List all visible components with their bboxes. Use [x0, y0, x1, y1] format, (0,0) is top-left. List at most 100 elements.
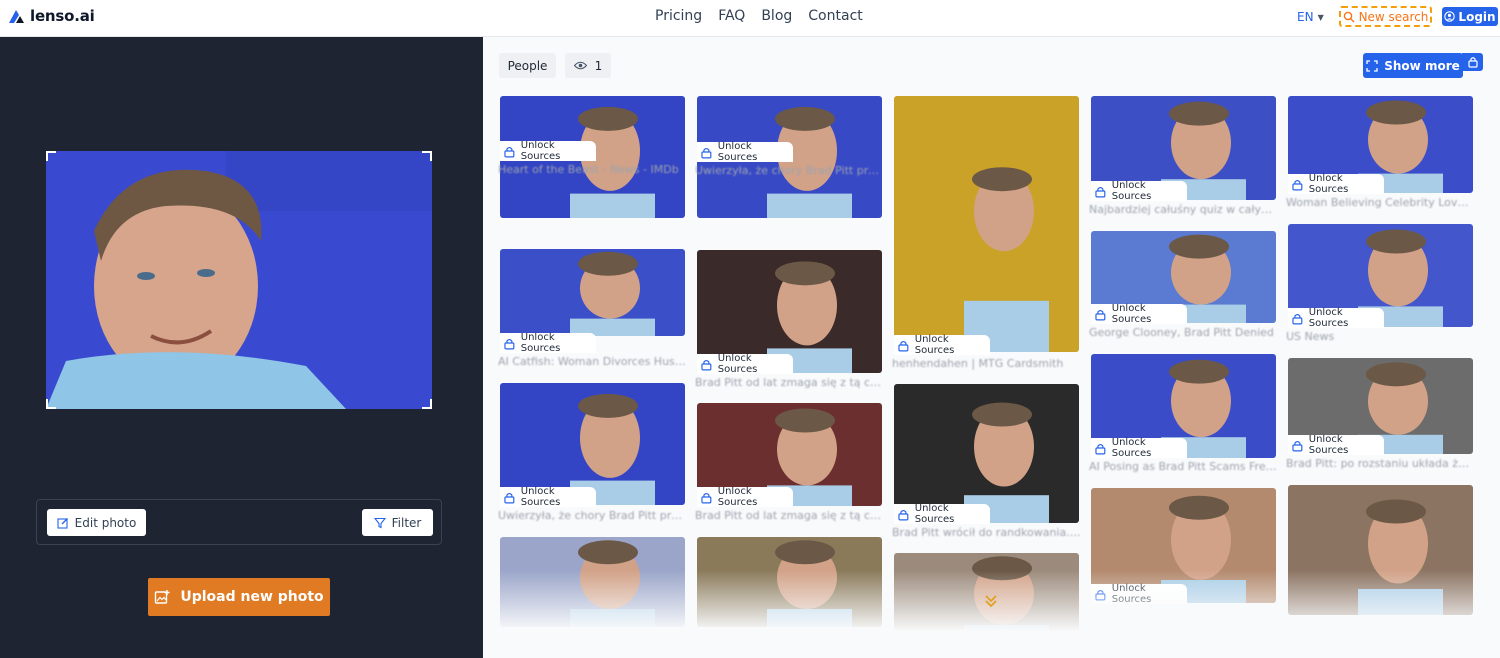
- result-caption[interactable]: Brad Pitt wrócił do randkowania. Kim jes…: [892, 526, 1081, 539]
- thumbnail-photo: [570, 251, 655, 336]
- unlock-sources-button[interactable]: Unlock Sources: [500, 140, 596, 162]
- result-caption[interactable]: Brad Pitt od lat zmaga się z tą chorobą: [695, 376, 884, 389]
- unlock-sources-label: Unlock Sources: [1111, 303, 1152, 325]
- unlock-sources-button[interactable]: Unlock Sources: [1091, 303, 1187, 325]
- lock-icon: [1467, 57, 1478, 68]
- unlock-sources-button[interactable]: Unlock Sources: [1091, 180, 1187, 202]
- result-caption[interactable]: US News: [1286, 330, 1475, 343]
- result-card[interactable]: Unlock Sources Brad Pitt od lat zmaga się…: [695, 403, 884, 527]
- login-label: Login: [1458, 9, 1496, 24]
- crop-corner-top-right[interactable]: [422, 151, 432, 161]
- brand-name: lenso.ai: [30, 7, 95, 25]
- unlock-sources-label: Unlock Sources: [717, 486, 758, 508]
- lock-icon: [1095, 443, 1106, 454]
- unlock-sources-button[interactable]: Unlock Sources: [1288, 173, 1384, 195]
- new-search-button[interactable]: New search: [1339, 6, 1432, 27]
- result-thumbnail[interactable]: [500, 249, 685, 336]
- unlock-sources-button[interactable]: Unlock Sources: [1288, 434, 1384, 456]
- lock-icon: [1095, 309, 1106, 320]
- results-fade-overlay: [483, 570, 1500, 658]
- premium-lock-badge: [1462, 53, 1483, 71]
- unlock-sources-label: Unlock Sources: [914, 503, 955, 525]
- result-caption[interactable]: Heart of the Beast - News - IMDb: [498, 163, 687, 176]
- unlock-sources-label: Unlock Sources: [717, 353, 758, 375]
- result-caption[interactable]: Woman Believing Celebrity Love Affair: [1286, 196, 1475, 209]
- user-icon: [1444, 11, 1456, 22]
- lock-icon: [504, 146, 515, 157]
- result-card[interactable]: Unlock Sources Brad Pitt wrócił do randko…: [892, 384, 1081, 544]
- crop-corner-top-left[interactable]: [46, 151, 56, 161]
- result-caption[interactable]: Uwierzyła, że chory Brad Pitt prosi o pi…: [695, 164, 884, 177]
- unlock-sources-button[interactable]: Unlock Sources: [697, 486, 793, 508]
- upload-new-photo-button[interactable]: Upload new photo: [148, 578, 330, 616]
- unlock-sources-label: Unlock Sources: [717, 141, 758, 163]
- result-caption[interactable]: George Clooney, Brad Pitt Denied: [1089, 326, 1278, 339]
- result-card[interactable]: Unlock Sources AI Catfish: Woman Divorces…: [498, 249, 687, 373]
- unlock-sources-button[interactable]: Unlock Sources: [1288, 307, 1384, 329]
- top-header: lenso.ai Pricing FAQ Blog Contact EN ▼ N…: [0, 0, 1500, 37]
- unlock-sources-label: Unlock Sources: [914, 334, 955, 356]
- unlock-sources-label: Unlock Sources: [1111, 180, 1152, 202]
- nav-pricing[interactable]: Pricing: [655, 8, 702, 24]
- brand-logo[interactable]: lenso.ai: [8, 7, 95, 25]
- lock-icon: [1292, 313, 1303, 324]
- result-card[interactable]: Unlock Sources George Clooney, Brad Pitt …: [1089, 231, 1278, 344]
- unlock-sources-label: Unlock Sources: [1308, 434, 1349, 456]
- image-upload-icon: [155, 590, 170, 604]
- unlock-sources-button[interactable]: Unlock Sources: [697, 141, 793, 163]
- views-count: 1: [594, 58, 603, 73]
- result-card[interactable]: Unlock Sources US News: [1286, 224, 1475, 348]
- show-more-label: Show more: [1384, 58, 1460, 73]
- result-card[interactable]: Unlock Sources AI Posing as Brad Pitt Sca…: [1089, 354, 1278, 478]
- nav-contact[interactable]: Contact: [808, 8, 862, 24]
- unlock-sources-button[interactable]: Unlock Sources: [697, 353, 793, 375]
- result-caption[interactable]: AI Catfish: Woman Divorces Husband: [498, 355, 687, 368]
- result-card[interactable]: Unlock Sources Woman Believing Celebrity …: [1286, 96, 1475, 214]
- unlock-sources-button[interactable]: Unlock Sources: [500, 486, 596, 508]
- unlock-sources-button[interactable]: Unlock Sources: [1091, 437, 1187, 459]
- unlock-sources-button[interactable]: Unlock Sources: [894, 334, 990, 356]
- result-card[interactable]: Unlock Sources henhendahen | MTG Cardsmit…: [892, 96, 1081, 375]
- unlock-sources-label: Unlock Sources: [1111, 437, 1152, 459]
- lock-icon: [701, 359, 712, 370]
- lock-icon: [898, 509, 909, 520]
- new-search-label: New search: [1358, 9, 1429, 24]
- main-nav: Pricing FAQ Blog Contact: [655, 8, 863, 24]
- show-more-button[interactable]: Show more: [1363, 53, 1463, 78]
- results-panel: People 1 Show more Unlock Sources Heart o…: [483, 37, 1500, 658]
- nav-blog[interactable]: Blog: [761, 8, 792, 24]
- nav-faq[interactable]: FAQ: [718, 8, 745, 24]
- crop-corner-bottom-left[interactable]: [46, 399, 56, 409]
- scroll-down-chevron-icon[interactable]: [983, 593, 999, 609]
- login-button[interactable]: Login: [1442, 7, 1498, 26]
- lock-icon: [504, 492, 515, 503]
- lock-icon: [701, 492, 712, 503]
- unlock-sources-button[interactable]: Unlock Sources: [500, 332, 596, 354]
- expand-icon: [1366, 59, 1378, 72]
- result-card[interactable]: Unlock Sources Uwierzyła, że chory Brad P…: [695, 96, 884, 218]
- edit-icon: [57, 517, 68, 529]
- category-chip-people[interactable]: People: [499, 53, 556, 78]
- result-caption[interactable]: Najbardziej całuśny quiz w całym interne…: [1089, 203, 1278, 216]
- lock-icon: [898, 340, 909, 351]
- result-caption[interactable]: Brad Pitt od lat zmaga się z tą chorobą: [695, 509, 884, 522]
- result-caption[interactable]: AI Posing as Brad Pitt Scams French Woma…: [1089, 460, 1278, 473]
- result-card[interactable]: Unlock Sources Brad Pitt: po rozstaniu uk…: [1286, 358, 1475, 475]
- edit-photo-button[interactable]: Edit photo: [47, 509, 146, 536]
- result-caption[interactable]: henhendahen | MTG Cardsmith: [892, 357, 1081, 370]
- filter-icon: [373, 517, 386, 528]
- result-card[interactable]: Unlock Sources Uwierzyła, że chory Brad P…: [498, 383, 687, 527]
- result-card[interactable]: Unlock Sources Brad Pitt od lat zmaga się…: [695, 250, 884, 394]
- category-chip-label: People: [507, 58, 548, 73]
- result-thumbnail[interactable]: [894, 96, 1079, 352]
- result-caption[interactable]: Brad Pitt: po rozstaniu układa życie: [1286, 457, 1475, 470]
- result-card[interactable]: Unlock Sources Heart of the Beast - News …: [498, 96, 687, 218]
- language-selector[interactable]: EN ▼: [1297, 10, 1324, 24]
- query-photo[interactable]: [46, 151, 432, 409]
- result-caption[interactable]: Uwierzyła, że chory Brad Pitt prosi o pi…: [498, 509, 687, 522]
- crop-corner-bottom-right[interactable]: [422, 399, 432, 409]
- unlock-sources-button[interactable]: Unlock Sources: [894, 503, 990, 525]
- filter-button[interactable]: Filter: [362, 509, 433, 536]
- query-panel: Edit photo Filter Upload new photo: [0, 37, 483, 658]
- result-card[interactable]: Unlock Sources Najbardziej całuśny quiz w…: [1089, 96, 1278, 221]
